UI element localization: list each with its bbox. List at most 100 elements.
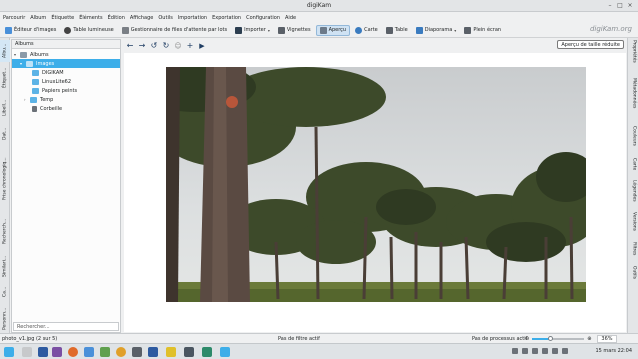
tab-map-right[interactable]: Carte	[629, 158, 638, 176]
play-icon[interactable]: ▶	[197, 41, 207, 51]
add-icon[interactable]: +	[185, 41, 195, 51]
image-editor-button[interactable]: Éditeur d'images	[2, 25, 59, 36]
tab-properties[interactable]: Propriétés	[629, 40, 638, 74]
close-icon[interactable]: ×	[626, 2, 634, 10]
zoom-slider-handle[interactable]	[547, 335, 553, 341]
tab-albums[interactable]: Albu...	[0, 40, 10, 62]
tab-labels[interactable]: Libell...	[0, 95, 10, 121]
tab-tools[interactable]: Outils	[629, 266, 638, 286]
image-editor-icon	[5, 26, 12, 34]
app-icon[interactable]	[202, 347, 212, 357]
tab-search[interactable]: Recherch...	[0, 214, 10, 248]
battery-icon[interactable]	[542, 348, 548, 354]
tab-similarity[interactable]: Similari...	[0, 251, 10, 281]
files-icon[interactable]	[22, 347, 32, 357]
tab-colors[interactable]: Couleurs	[629, 126, 638, 154]
batch-queue-button[interactable]: Gestionnaire de files d'attente par lots	[119, 25, 230, 36]
tree-item-linuxlite62[interactable]: LinuxLite62	[32, 77, 71, 86]
tab-map[interactable]: Ca...	[0, 284, 10, 300]
preview-button[interactable]: Aperçu	[315, 24, 351, 36]
tab-captions[interactable]: Légendes	[629, 180, 638, 208]
tab-versions[interactable]: Versions	[629, 212, 638, 238]
image-preview-icon	[319, 26, 327, 34]
zoom-out-icon[interactable]: ⊖	[525, 336, 529, 342]
fullscreen-button[interactable]: Plein écran	[461, 25, 504, 36]
tab-dates[interactable]: Dat...	[0, 124, 10, 144]
settings-icon[interactable]	[184, 347, 194, 357]
app-icon[interactable]	[148, 347, 158, 357]
menu-etiquette[interactable]: Étiquette	[51, 15, 74, 21]
zoom-in-icon[interactable]: ⊕	[587, 336, 591, 342]
image-preview-area	[124, 53, 626, 332]
maximize-icon[interactable]: □	[616, 2, 624, 10]
start-menu-icon[interactable]	[4, 347, 14, 357]
table-button[interactable]: Table	[383, 25, 411, 36]
map-button[interactable]: Carte	[352, 25, 381, 36]
slideshow-icon	[415, 26, 423, 34]
thunderbird-icon[interactable]	[84, 347, 94, 357]
forward-arrow-icon[interactable]: →	[137, 41, 147, 51]
app-icon[interactable]	[52, 347, 62, 357]
process-status: Pas de processus actif	[472, 335, 528, 342]
firefox-icon[interactable]	[68, 347, 78, 357]
tray-icon[interactable]	[512, 348, 518, 354]
menu-outils[interactable]: Outils	[158, 15, 172, 21]
notifications-icon[interactable]	[552, 348, 558, 354]
tab-filters[interactable]: Filtres	[629, 242, 638, 262]
zoom-slider[interactable]	[532, 335, 585, 341]
face-tag-icon[interactable]: ☺	[173, 41, 183, 51]
rotate-right-icon[interactable]: ↻	[161, 41, 171, 51]
folder-icon[interactable]	[166, 347, 176, 357]
tab-timeline[interactable]: Frise chronologiq...	[0, 147, 10, 211]
zoom-percent-field[interactable]: 36%	[597, 334, 617, 343]
chrome-icon[interactable]	[116, 347, 126, 357]
pine-trees-photo	[166, 67, 586, 302]
main-toolbar: Éditeur d'images Table lumineuse Gestion…	[0, 23, 638, 38]
digikam-taskbar-icon[interactable]	[220, 347, 230, 357]
tree-item-temp[interactable]: › Temp	[24, 95, 53, 104]
tab-metadata[interactable]: Métadonnées	[629, 78, 638, 122]
chevron-down-icon: ▾	[267, 27, 270, 33]
menu-parcourir[interactable]: Parcourir	[3, 15, 25, 21]
desktop-icon[interactable]	[38, 347, 48, 357]
back-arrow-icon[interactable]: ←	[125, 41, 135, 51]
tab-people[interactable]: Personn...	[0, 304, 10, 334]
thumbnails-button[interactable]: Vignettes	[275, 25, 314, 36]
volume-icon[interactable]	[532, 348, 538, 354]
filter-status: Pas de filtre actif	[278, 335, 320, 342]
terminal-icon[interactable]	[132, 347, 142, 357]
network-icon[interactable]	[522, 348, 528, 354]
menu-importation[interactable]: Importation	[178, 15, 207, 21]
zoom-control: ⊖ ⊕ 36%	[525, 334, 617, 343]
tree-item-images[interactable]: ▾ Images	[12, 59, 120, 68]
tree-item-albums[interactable]: ▾ Albums	[14, 50, 118, 59]
batch-queue-icon	[121, 26, 129, 34]
menu-elements[interactable]: Éléments	[79, 15, 102, 21]
minimize-icon[interactable]: –	[606, 2, 614, 10]
albums-panel: Albums ▾ Albums ▾ Images DIGIKAM LinuxLite…	[11, 39, 121, 333]
light-table-button[interactable]: Table lumineuse	[61, 25, 116, 36]
reduced-preview-button[interactable]: Aperçu de taille réduite	[557, 40, 624, 49]
slideshow-button[interactable]: Diaporama ▾	[413, 25, 460, 36]
tree-item-papiers-peints[interactable]: Papiers peints	[32, 86, 77, 95]
menu-exportation[interactable]: Exportation	[212, 15, 241, 21]
menu-edition[interactable]: Édition	[108, 15, 125, 21]
table-icon	[385, 26, 393, 34]
chevron-down-icon: ▾	[454, 27, 457, 33]
import-button[interactable]: Importer ▾	[232, 25, 273, 36]
rotate-left-icon[interactable]: ↺	[149, 41, 159, 51]
power-icon[interactable]	[562, 348, 568, 354]
menu-aide[interactable]: Aide	[285, 15, 296, 21]
tab-tags[interactable]: Étiquet...	[0, 64, 10, 92]
menu-affichage[interactable]: Affichage	[130, 15, 154, 21]
status-bar: photo_v1.jpg (2 sur 5) Pas de filtre act…	[0, 333, 638, 343]
menu-album[interactable]: Album	[30, 15, 46, 21]
light-table-icon	[64, 26, 72, 34]
tree-item-corbeille[interactable]: Corbeille	[32, 104, 62, 113]
menu-configuration[interactable]: Configuration	[246, 15, 280, 21]
spreadsheet-icon[interactable]	[100, 347, 110, 357]
folder-icon	[30, 96, 37, 103]
tree-item-digikam[interactable]: DIGIKAM	[32, 68, 64, 77]
digikam-logo: digiKam.org	[589, 25, 632, 33]
album-search-input[interactable]: Rechercher...	[13, 322, 119, 331]
